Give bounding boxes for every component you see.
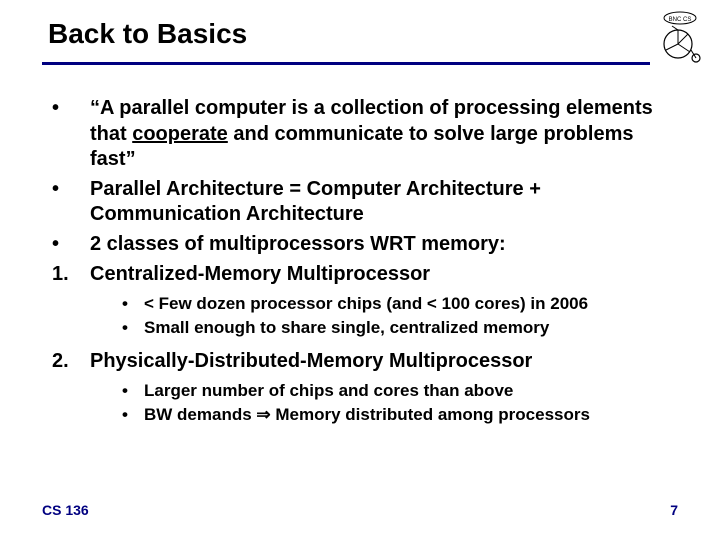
bullet-marker: • [122,317,144,339]
bullet-2: • Parallel Architecture = Computer Archi… [52,177,676,228]
bullet-text: Parallel Architecture = Computer Archite… [90,177,676,228]
bullet-marker: • [122,404,144,426]
sub-bullet-text: BW demands ⇒ Memory distributed among pr… [144,404,590,426]
bullet-marker: • [52,96,90,173]
bullet-marker: • [122,380,144,402]
implies-arrow-icon: ⇒ [256,405,270,424]
underlined-word: cooperate [132,123,228,145]
sub-bullet: • Small enough to share single, centrali… [122,317,676,339]
slide: Back to Basics BNC CS • “A parallel comp… [0,0,720,540]
sub-bullet-text: Larger number of chips and cores than ab… [144,380,513,402]
number-marker: 1. [52,262,90,288]
text-part: BW demands [144,405,256,424]
bullet-1: • “A parallel computer is a collection o… [52,96,676,173]
numbered-text: Centralized-Memory Multiprocessor [90,262,676,288]
sub-bullet: • BW demands ⇒ Memory distributed among … [122,404,676,426]
slide-body: • “A parallel computer is a collection o… [52,96,676,436]
sub-bullet-text: < Few dozen processor chips (and < 100 c… [144,293,588,315]
bullet-marker: • [52,177,90,228]
bullet-3: • 2 classes of multiprocessors WRT memor… [52,232,676,258]
pennyfarthing-icon: BNC CS [658,10,702,64]
title-underline [42,62,650,65]
sub-bullet: • < Few dozen processor chips (and < 100… [122,293,676,315]
bullet-text: 2 classes of multiprocessors WRT memory: [90,232,676,258]
footer-page-number: 7 [670,502,678,518]
number-marker: 2. [52,349,90,375]
sub-bullets-1: • < Few dozen processor chips (and < 100… [122,293,676,339]
text-part: Memory distributed among processors [271,405,590,424]
bullet-text: “A parallel computer is a collection of … [90,96,676,173]
sub-bullets-2: • Larger number of chips and cores than … [122,380,676,426]
bullet-marker: • [52,232,90,258]
numbered-2: 2. Physically-Distributed-Memory Multipr… [52,349,676,375]
svg-text:BNC CS: BNC CS [669,17,692,23]
footer-course: CS 136 [42,502,89,518]
sub-bullet-text: Small enough to share single, centralize… [144,317,549,339]
slide-title: Back to Basics [48,18,247,50]
numbered-text: Physically-Distributed-Memory Multiproce… [90,349,676,375]
corner-logo: BNC CS [656,10,704,70]
numbered-1: 1. Centralized-Memory Multiprocessor [52,262,676,288]
sub-bullet: • Larger number of chips and cores than … [122,380,676,402]
bullet-marker: • [122,293,144,315]
